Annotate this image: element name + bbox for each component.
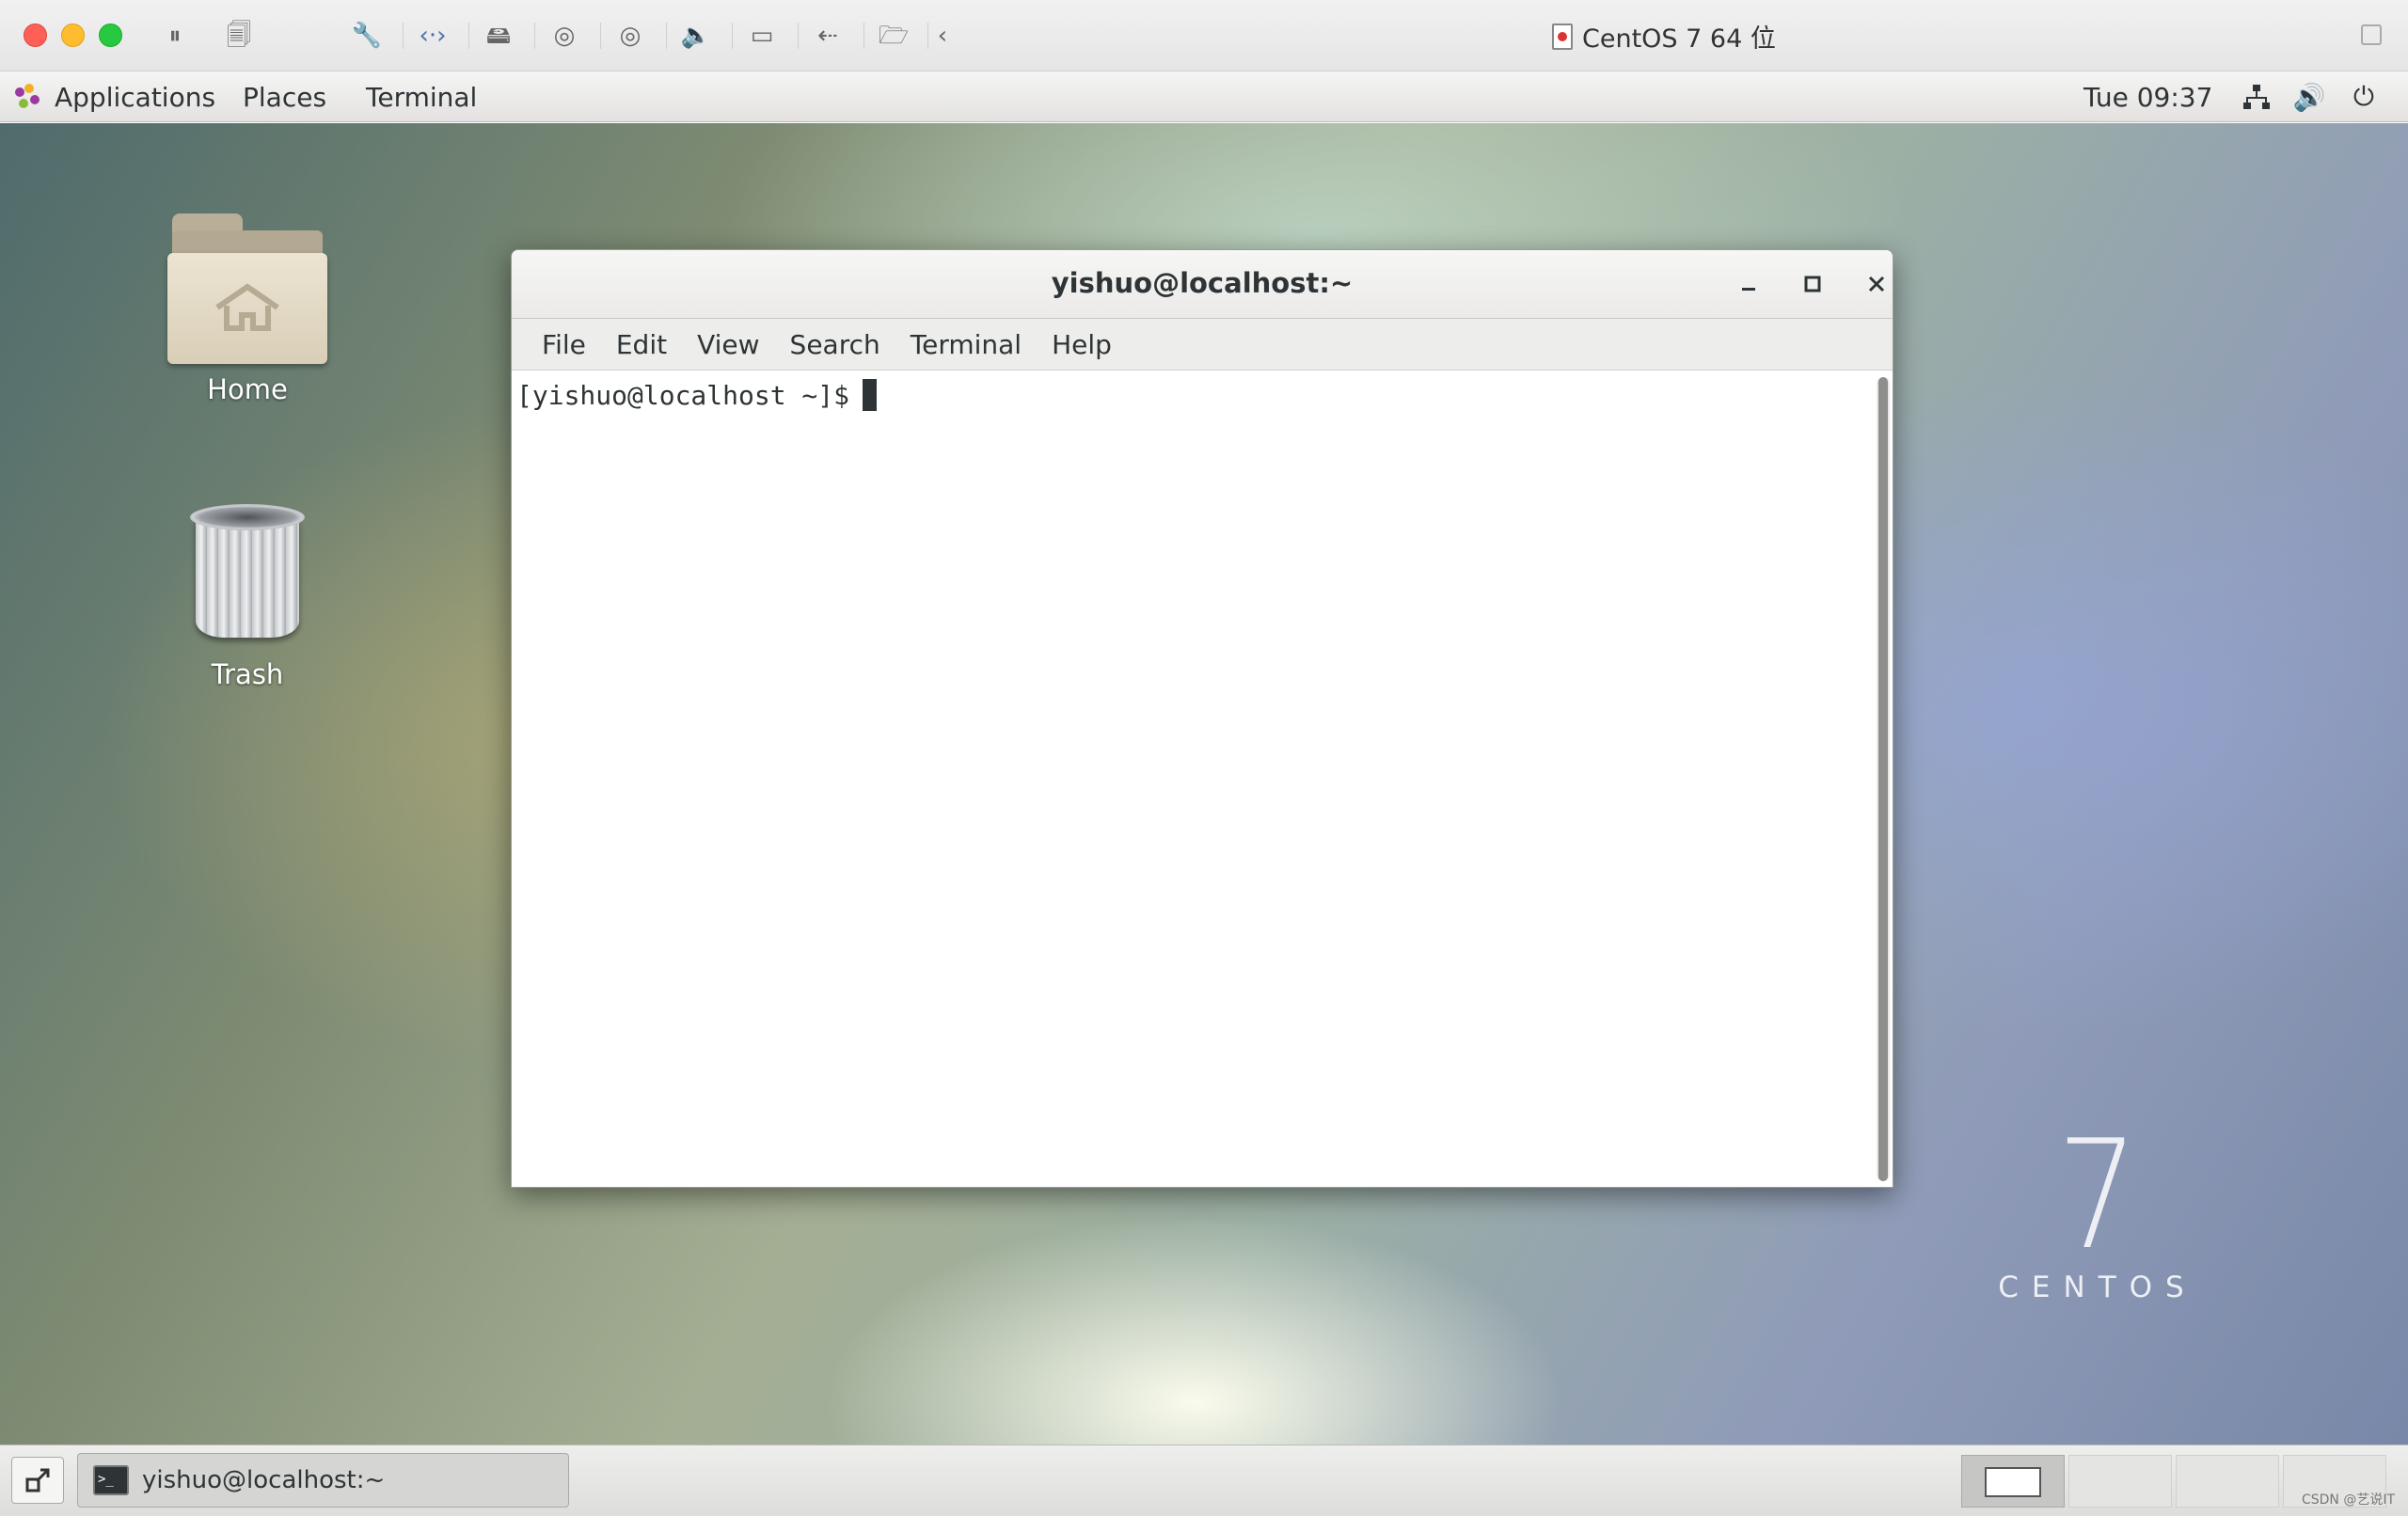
watermark: CSDN @艺说IT xyxy=(2301,1492,2395,1508)
power-icon[interactable]: ⏻ xyxy=(2346,79,2382,115)
volume-icon[interactable]: 🔊 xyxy=(2291,79,2327,115)
sound-icon[interactable]: 🔈 xyxy=(679,19,713,53)
terminal-window[interactable]: yishuo@localhost:~ File Edit View Search… xyxy=(511,249,1893,1188)
window-zoom-button[interactable] xyxy=(99,24,122,47)
usb-icon[interactable]: ⇠ xyxy=(811,19,845,53)
network-arrows-icon[interactable]: ‹·› xyxy=(416,19,450,53)
terminal-app-icon: >_ xyxy=(93,1465,129,1495)
clock[interactable]: Tue 09:37 xyxy=(2083,79,2212,115)
window-list-panel: >_ yishuo@localhost:~ CSDN @艺说IT xyxy=(0,1445,2408,1516)
desktop-icon-home[interactable]: Home xyxy=(144,213,351,405)
vm-document-icon xyxy=(1552,23,1573,50)
home-folder-icon xyxy=(167,213,327,364)
terminal-titlebar[interactable]: yishuo@localhost:~ xyxy=(512,250,1893,319)
shared-folder-icon[interactable]: 🗁 xyxy=(877,19,911,53)
terminal-scrollbar[interactable] xyxy=(1877,377,1890,1181)
video-camera-icon[interactable]: ▭ xyxy=(745,19,779,53)
menu-view[interactable]: View xyxy=(682,329,774,360)
window-close-button[interactable] xyxy=(24,24,47,47)
camera-icon[interactable]: ◎ xyxy=(547,19,581,53)
close-icon[interactable] xyxy=(1860,267,1893,301)
menu-terminal[interactable]: Terminal xyxy=(895,329,1037,360)
settings-wrench-icon[interactable]: 🔧 xyxy=(350,19,384,53)
centos-brand-mark: 7 CENTOS xyxy=(1998,1107,2197,1305)
window-minimize-button[interactable] xyxy=(61,24,85,47)
minimize-icon[interactable] xyxy=(1732,267,1766,301)
hard-disk-icon[interactable]: 🖴 xyxy=(482,19,515,53)
collapse-chevron-icon[interactable]: ‹ xyxy=(926,19,959,53)
gnome-top-bar: Applications Places Terminal Tue 09:37 🔊… xyxy=(0,71,2408,122)
applications-icon xyxy=(15,84,41,110)
network-icon[interactable] xyxy=(2239,79,2274,115)
workspace-1[interactable] xyxy=(1961,1455,2065,1508)
workspace-3[interactable] xyxy=(2176,1455,2279,1508)
printer-icon[interactable]: ◎ xyxy=(613,19,647,53)
terminal-text-area[interactable]: [yishuo@localhost ~]$ xyxy=(512,371,1893,1187)
maximize-icon[interactable] xyxy=(1796,267,1830,301)
terminal-app-menu[interactable]: Terminal xyxy=(366,79,477,115)
terminal-menubar: File Edit View Search Terminal Help xyxy=(512,319,1893,371)
fullscreen-toggle-icon[interactable] xyxy=(2361,24,2382,45)
terminal-title: yishuo@localhost:~ xyxy=(1051,267,1354,299)
menu-edit[interactable]: Edit xyxy=(601,329,682,360)
vm-window-title: CentOS 7 64 位 xyxy=(1552,18,1776,55)
places-menu[interactable]: Places xyxy=(243,79,326,115)
pause-icon[interactable]: ⏸ xyxy=(158,19,192,53)
shell-prompt: [yishuo@localhost ~]$ xyxy=(516,379,878,411)
applications-menu[interactable]: Applications xyxy=(15,79,215,115)
snapshot-icon[interactable]: 🗐 xyxy=(222,19,256,53)
text-cursor xyxy=(863,379,878,411)
menu-file[interactable]: File xyxy=(527,329,601,360)
taskbar-item-terminal[interactable]: >_ yishuo@localhost:~ xyxy=(77,1453,569,1508)
scrollbar-thumb[interactable] xyxy=(1878,377,1888,1181)
desktop-icon-trash[interactable]: Trash xyxy=(144,504,351,690)
show-desktop-button[interactable] xyxy=(11,1457,64,1504)
workspace-2[interactable] xyxy=(2068,1455,2172,1508)
vm-window-titlebar: ⏸ 🗐 🔧 ‹·› 🖴 ◎ ◎ 🔈 ▭ ⇠ 🗁 ‹ CentOS 7 64 位 xyxy=(0,0,2408,71)
trash-icon xyxy=(186,504,309,645)
menu-help[interactable]: Help xyxy=(1037,329,1127,360)
menu-search[interactable]: Search xyxy=(775,329,895,360)
